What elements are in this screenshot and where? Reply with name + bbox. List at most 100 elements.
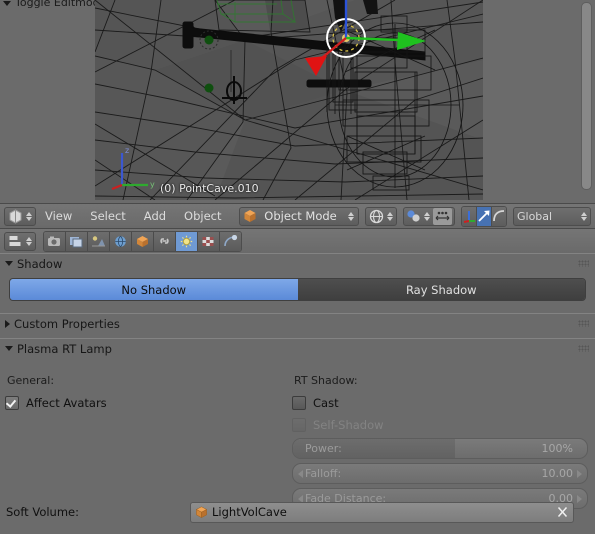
rt-shadow-label: RT Shadow: — [294, 374, 358, 387]
viewport-shading-selector[interactable] — [364, 206, 397, 226]
slider-power[interactable]: Power: 100% — [292, 438, 588, 459]
panel-title-custom-properties: Custom Properties — [14, 316, 120, 331]
mode-label: Object Mode — [264, 209, 337, 223]
triangle-down-icon — [5, 346, 13, 351]
snap-element-icon — [406, 210, 420, 222]
editor-type-arrows — [26, 211, 32, 221]
camera-icon — [48, 236, 60, 246]
snap-controls[interactable] — [402, 206, 455, 226]
panel-grip[interactable] — [578, 320, 589, 327]
checkbox-self-shadow[interactable] — [292, 417, 306, 432]
checkbox-cast[interactable] — [292, 395, 306, 410]
lamp-data-icon — [180, 235, 193, 247]
rotate-arc-icon — [492, 210, 504, 222]
checkbox-row-affect-avatars[interactable]: Affect Avatars — [5, 394, 290, 411]
panel-header-custom-properties[interactable]: Custom Properties — [0, 313, 595, 333]
manipulator-rotate[interactable] — [491, 206, 506, 226]
mode-arrows — [347, 211, 354, 221]
render-layers-icon — [70, 236, 83, 247]
snap-arrows — [423, 211, 430, 221]
menu-add[interactable]: Add — [135, 207, 175, 226]
soft-volume-object-field[interactable]: LightVolCave — [190, 501, 574, 523]
properties-body: Shadow No Shadow Ray Shadow Custom Prope… — [0, 253, 595, 534]
proportional-edit-icon[interactable] — [432, 207, 452, 225]
tool-shelf-panel-title: Toggle Editmode — [15, 0, 107, 9]
soft-volume-label: Soft Volume: — [6, 505, 79, 519]
manipulator-toggle[interactable] — [461, 206, 477, 226]
tool-shelf[interactable]: Toggle Editmode — [0, 0, 106, 203]
translate-arrow-icon — [477, 210, 490, 222]
svg-text:z: z — [125, 146, 129, 155]
menu-object[interactable]: Object — [175, 207, 230, 226]
panel-title-plasma-rt-lamp: Plasma RT Lamp — [17, 341, 112, 356]
shading-arrows — [386, 211, 393, 221]
checkbox-label-self-shadow: Self-Shadow — [313, 417, 384, 432]
manipulator-axes-icon — [463, 211, 475, 223]
mode-selector[interactable]: Object Mode — [238, 206, 359, 226]
tab-object-data-lamp[interactable] — [176, 231, 198, 251]
rt-shadow-column: RT Shadow: Cast Self-Shadow Power: 100% — [292, 374, 588, 513]
object-mode-cube-icon — [244, 210, 256, 222]
soft-volume-row: Soft Volume: LightVolCave — [0, 501, 595, 523]
manipulator-translate[interactable] — [476, 206, 492, 226]
menu-select[interactable]: Select — [81, 207, 134, 226]
properties-editor-type-selector[interactable] — [4, 231, 36, 251]
manipulator-group[interactable] — [460, 205, 507, 227]
tab-physics[interactable] — [220, 231, 241, 251]
tab-render[interactable] — [44, 231, 66, 251]
checkbox-row-cast[interactable]: Cast — [292, 394, 588, 411]
tab-scene[interactable] — [88, 231, 110, 251]
physics-icon — [224, 234, 238, 246]
object-cube-icon — [137, 235, 148, 247]
world-globe-icon — [115, 235, 126, 247]
number-field-falloff[interactable]: Falloff: 10.00 — [292, 463, 588, 484]
tool-shelf-panel-header[interactable]: Toggle Editmode — [3, 0, 106, 9]
number-field-falloff-label: Falloff: — [305, 467, 342, 480]
editor-type-selector[interactable] — [4, 206, 36, 226]
shadow-option-no-shadow[interactable]: No Shadow — [10, 279, 298, 300]
shadow-option-ray-shadow[interactable]: Ray Shadow — [297, 279, 585, 300]
slider-power-label: Power: — [305, 442, 342, 455]
checkbox-affect-avatars[interactable] — [5, 395, 19, 410]
checker-texture-icon — [202, 236, 214, 246]
chain-link-icon — [160, 237, 169, 244]
shadow-type-toggle[interactable]: No Shadow Ray Shadow — [9, 278, 586, 301]
triangle-right-icon — [5, 319, 10, 328]
properties-header — [0, 228, 595, 253]
slider-power-value: 100% — [541, 442, 573, 455]
general-label: General: — [7, 374, 55, 387]
checkbox-label-affect-avatars: Affect Avatars — [26, 395, 107, 410]
object-cube-icon — [191, 506, 208, 519]
panel-grip[interactable] — [578, 345, 589, 352]
axis-gizmo: z y — [110, 145, 160, 190]
editor-type-properties-icon — [9, 235, 21, 246]
tab-texture[interactable] — [198, 231, 220, 251]
viewport-right-gutter — [483, 0, 595, 203]
viewport-vertical-scrollbar[interactable] — [581, 2, 592, 190]
panel-grip[interactable] — [578, 260, 589, 267]
triangle-down-icon — [3, 0, 11, 6]
x-clear-icon[interactable] — [557, 506, 568, 518]
soft-volume-value: LightVolCave — [212, 505, 287, 519]
tab-world[interactable] — [110, 231, 132, 251]
viewport-area: Toggle Editmode z y (0) PointCave.010 — [0, 0, 595, 203]
panel-title-shadow: Shadow — [17, 256, 63, 271]
properties-tab-group[interactable] — [43, 230, 242, 252]
orientation-label: Global — [517, 209, 553, 223]
shading-solid-icon — [369, 209, 383, 223]
tab-constraints[interactable] — [154, 231, 176, 251]
general-column: General: Affect Avatars — [5, 374, 290, 416]
triangle-down-icon — [5, 261, 13, 266]
transform-orientation-selector[interactable]: Global — [513, 206, 591, 226]
menu-view[interactable]: View — [36, 207, 81, 226]
tab-render-layers[interactable] — [66, 231, 88, 251]
panel-header-plasma-rt-lamp[interactable]: Plasma RT Lamp — [0, 338, 595, 358]
3d-viewport[interactable]: z y (0) PointCave.010 — [95, 0, 483, 200]
checkbox-label-cast: Cast — [313, 395, 339, 410]
orientation-arrows — [581, 211, 587, 221]
editor-type-3dview-icon — [9, 208, 22, 224]
viewport-object-label: (0) PointCave.010 — [160, 182, 259, 195]
checkbox-row-self-shadow[interactable]: Self-Shadow — [292, 416, 588, 433]
tab-object[interactable] — [132, 231, 154, 251]
panel-header-shadow[interactable]: Shadow — [0, 253, 595, 273]
